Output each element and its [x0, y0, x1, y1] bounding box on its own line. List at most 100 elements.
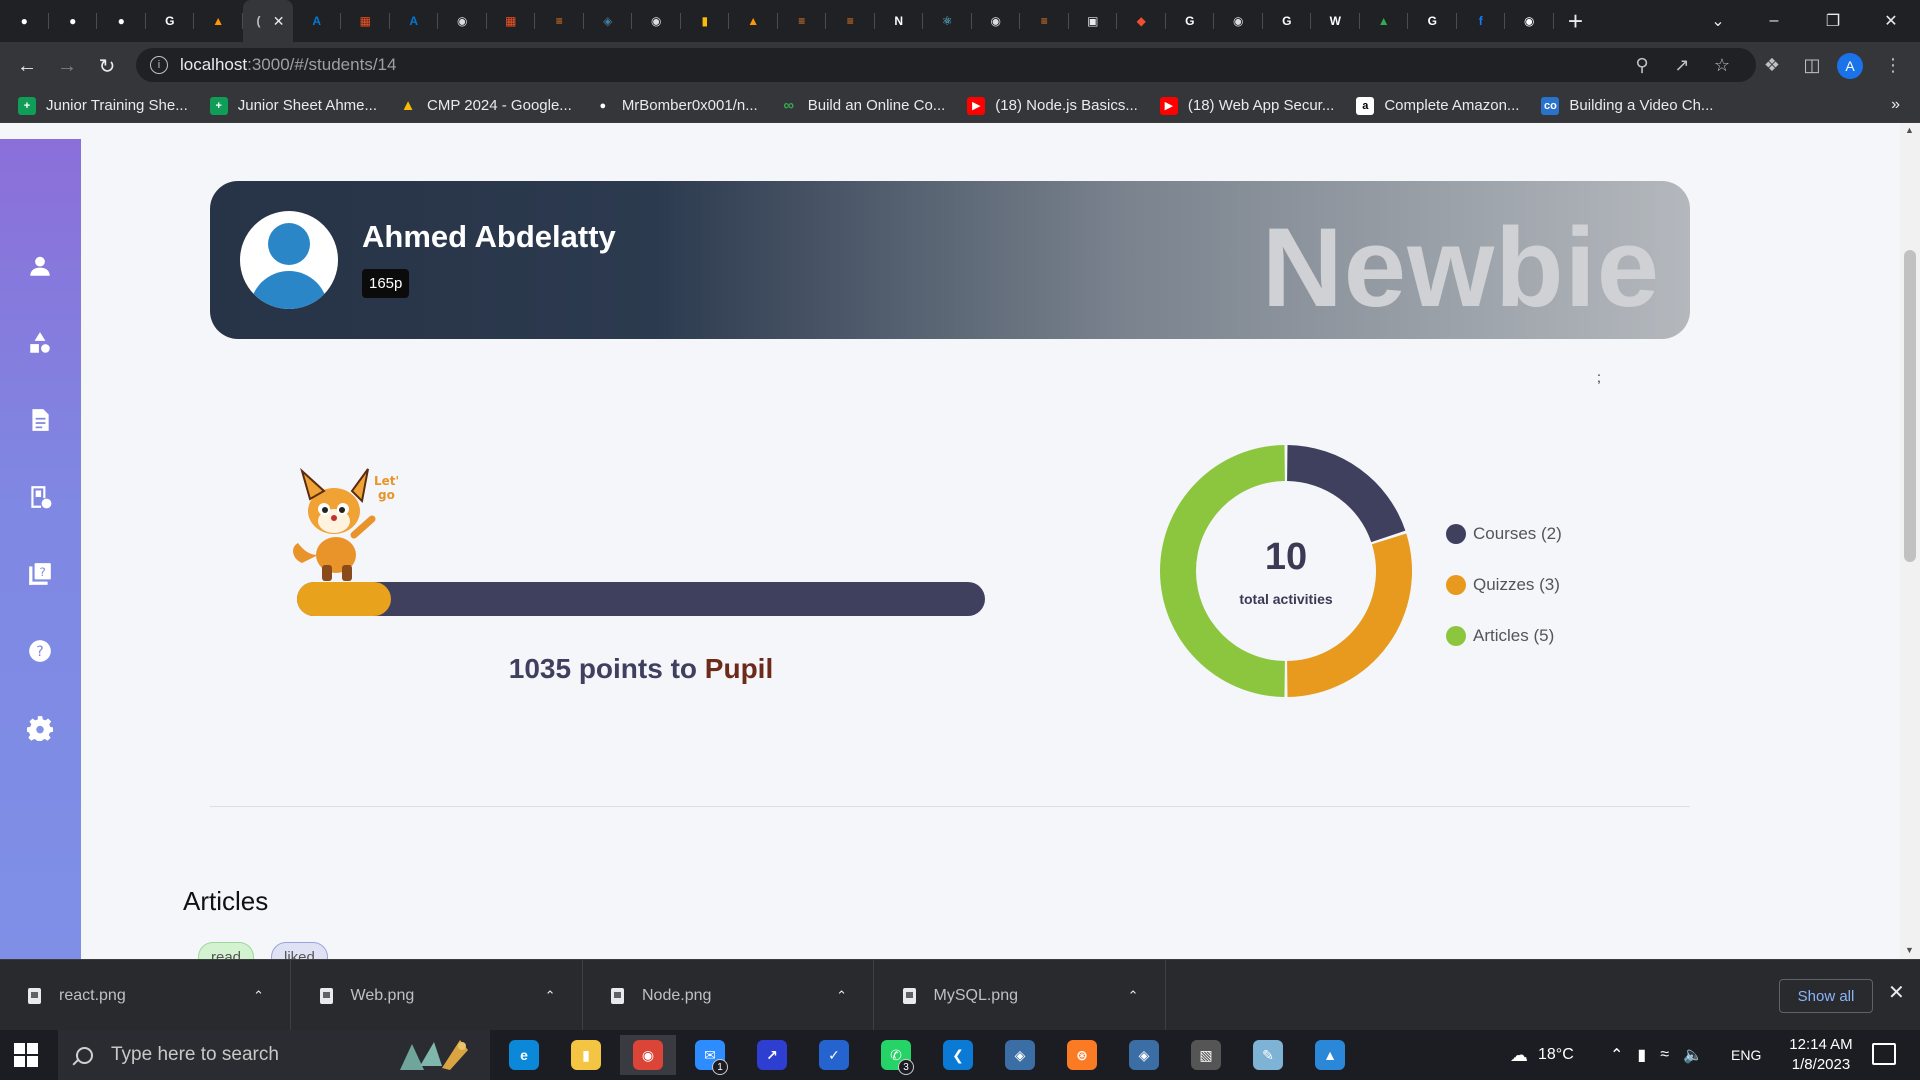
browser-tab[interactable]: ▣ — [1069, 0, 1118, 42]
back-icon[interactable]: ← — [11, 50, 43, 82]
close-window-button[interactable]: ✕ — [1863, 0, 1919, 42]
page-scrollbar[interactable]: ▲ ▼ — [1900, 123, 1920, 959]
bookmark-item[interactable]: + Junior Sheet Ahme... — [209, 96, 377, 115]
quizzes-nav-icon[interactable]: ? — [24, 558, 56, 590]
download-item[interactable]: MySQL.png ⌃ — [875, 960, 1166, 1031]
browser-tab[interactable]: ≡ — [778, 0, 827, 42]
zoom-icon[interactable]: ⚲ — [1627, 50, 1657, 80]
taskbar-app[interactable]: ✆ 3 — [868, 1035, 924, 1075]
taskbar-app[interactable]: ✎ — [1240, 1035, 1296, 1075]
browser-tab[interactable]: ● — [0, 0, 49, 42]
browser-tab[interactable]: ▲ — [194, 0, 243, 42]
browser-tab[interactable]: A — [293, 0, 342, 42]
browser-tab[interactable]: f — [1457, 0, 1506, 42]
browser-tab[interactable]: ◉ — [1214, 0, 1263, 42]
weather-icon[interactable]: ☁ — [1510, 1045, 1528, 1066]
taskbar-app[interactable]: ❮ — [930, 1035, 986, 1075]
browser-tab[interactable]: ▲ — [729, 0, 778, 42]
site-info-icon[interactable]: i — [150, 56, 168, 74]
bookmark-item[interactable]: co Building a Video Ch... — [1541, 96, 1713, 115]
taskbar-app[interactable]: e — [496, 1035, 552, 1075]
reload-icon[interactable]: ↻ — [91, 50, 123, 82]
bookmark-item[interactable]: a Complete Amazon... — [1356, 96, 1519, 115]
browser-tab[interactable]: ◉ — [972, 0, 1021, 42]
download-item[interactable]: react.png ⌃ — [0, 960, 291, 1031]
more-bookmarks-icon[interactable]: » — [1891, 96, 1900, 114]
browser-tab[interactable]: ◆ — [1117, 0, 1166, 42]
address-bar[interactable]: i localhost:3000/#/students/14 — [136, 48, 1756, 82]
browser-tab[interactable]: A — [390, 0, 439, 42]
extensions-icon[interactable]: ❖ — [1757, 50, 1787, 80]
bookmark-item[interactable]: + Junior Training She... — [18, 96, 188, 115]
language-indicator[interactable]: ENG — [1731, 1030, 1761, 1080]
taskbar-app[interactable]: ◉ — [620, 1035, 676, 1075]
bookmark-item[interactable]: ▶ (18) Node.js Basics... — [967, 96, 1138, 115]
browser-tab[interactable]: ≡ — [826, 0, 875, 42]
browser-tab[interactable]: ▮ — [681, 0, 730, 42]
bookmark-item[interactable]: ∞ Build an Online Co... — [780, 97, 945, 115]
help-nav-icon[interactable]: ? — [24, 635, 56, 667]
show-all-downloads-button[interactable]: Show all — [1779, 979, 1873, 1013]
notifications-icon[interactable] — [1872, 1043, 1896, 1065]
taskbar-app[interactable]: ↗ — [744, 1035, 800, 1075]
liked-filter-chip[interactable]: liked — [271, 942, 328, 959]
articles-nav-icon[interactable] — [24, 404, 56, 436]
chevron-up-icon[interactable]: ⌃ — [545, 988, 556, 1004]
taskbar-app[interactable]: ◈ — [1116, 1035, 1172, 1075]
profile-nav-icon[interactable] — [24, 250, 56, 282]
scrollbar-thumb[interactable] — [1904, 250, 1916, 562]
courses-nav-icon[interactable] — [24, 481, 56, 513]
browser-tab[interactable]: ● — [97, 0, 146, 42]
profile-avatar[interactable]: A — [1837, 53, 1863, 79]
weather-temperature[interactable]: 18°C — [1538, 1046, 1574, 1064]
new-tab-icon[interactable]: + — [1554, 0, 1598, 42]
taskbar-clock[interactable]: 12:14 AM 1/8/2023 — [1776, 1035, 1866, 1075]
browser-tab[interactable]: G — [1166, 0, 1215, 42]
taskbar-search-box[interactable]: Type here to search — [58, 1030, 490, 1080]
taskbar-app[interactable]: ◈ — [992, 1035, 1048, 1075]
legend-item[interactable]: Articles (5) — [1446, 610, 1562, 661]
side-panel-icon[interactable]: ◫ — [1797, 50, 1827, 80]
bookmark-item[interactable]: ▲ CMP 2024 - Google... — [399, 97, 572, 115]
show-hidden-icons-icon[interactable]: ⌃ — [1610, 1045, 1623, 1065]
browser-tab[interactable]: ● — [49, 0, 98, 42]
taskbar-app[interactable]: ▲ — [1302, 1035, 1358, 1075]
windows-start-icon[interactable] — [14, 1043, 38, 1067]
download-item[interactable]: Web.png ⌃ — [292, 960, 583, 1031]
browser-tab[interactable]: G — [1263, 0, 1312, 42]
forward-icon[interactable]: → — [51, 50, 83, 82]
download-item[interactable]: Node.png ⌃ — [583, 960, 874, 1031]
bookmark-item[interactable]: ▶ (18) Web App Secur... — [1159, 96, 1334, 115]
restore-button[interactable]: ❐ — [1805, 0, 1861, 42]
browser-tab[interactable]: ▦ — [487, 0, 536, 42]
shapes-nav-icon[interactable] — [24, 327, 56, 359]
browser-tab[interactable]: ◉ — [632, 0, 681, 42]
browser-tab[interactable]: ≡ — [1020, 0, 1069, 42]
chevron-up-icon[interactable]: ⌃ — [836, 988, 847, 1004]
browser-tab[interactable]: G — [146, 0, 195, 42]
browser-tab[interactable]: W — [1311, 0, 1360, 42]
tab-search-icon[interactable]: ⌄ — [1690, 0, 1746, 42]
read-filter-chip[interactable]: read — [198, 942, 255, 959]
close-downloads-icon[interactable]: ✕ — [1888, 980, 1905, 1005]
browser-tab[interactable]: N — [875, 0, 924, 42]
donut-slice[interactable] — [1287, 445, 1406, 543]
browser-tab[interactable]: ▲ — [1360, 0, 1409, 42]
wifi-icon[interactable]: ≈ — [1660, 1046, 1669, 1064]
close-tab-icon[interactable]: ✕ — [273, 13, 285, 30]
browser-tab[interactable]: ◉ — [1505, 0, 1554, 42]
taskbar-app[interactable]: ✓ — [806, 1035, 862, 1075]
browser-tab[interactable]: ▦ — [341, 0, 390, 42]
browser-tab[interactable]: (✕ — [242, 0, 293, 42]
browser-tab[interactable]: ⚛ — [923, 0, 972, 42]
browser-tab[interactable]: ≡ — [535, 0, 584, 42]
menu-icon[interactable]: ⋮ — [1878, 50, 1908, 80]
taskbar-app[interactable]: ▮ — [558, 1035, 614, 1075]
taskbar-app[interactable]: ⊛ — [1054, 1035, 1110, 1075]
browser-tab[interactable]: ◉ — [438, 0, 487, 42]
minimize-button[interactable]: – — [1746, 0, 1802, 42]
browser-tab[interactable]: ◈ — [584, 0, 633, 42]
settings-nav-icon[interactable] — [24, 712, 56, 744]
volume-icon[interactable]: 🔈 — [1683, 1045, 1703, 1065]
bookmark-star-icon[interactable]: ☆ — [1707, 50, 1737, 80]
